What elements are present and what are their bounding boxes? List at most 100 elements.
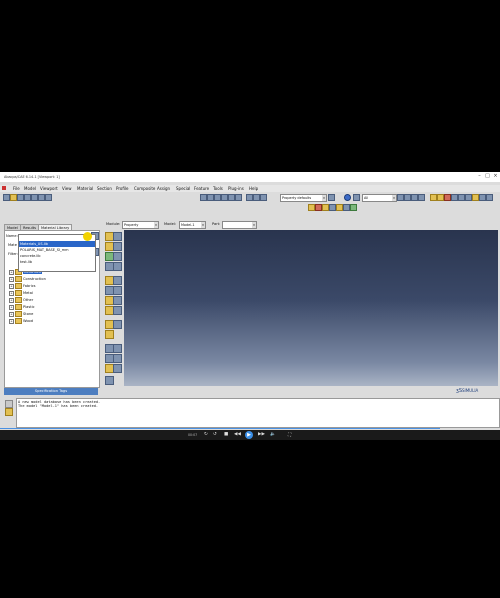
- expand-icon[interactable]: +: [9, 290, 14, 296]
- part-display-icon[interactable]: [437, 194, 444, 201]
- datum-icon[interactable]: [479, 194, 486, 201]
- top-view-icon[interactable]: [260, 194, 267, 201]
- viewport-canvas[interactable]: [124, 230, 498, 386]
- menu-profile[interactable]: Profile: [116, 186, 128, 191]
- datum-axis-icon[interactable]: [113, 344, 122, 353]
- save-icon[interactable]: [17, 194, 24, 201]
- menu-plugins[interactable]: Plug-ins: [228, 186, 244, 191]
- intersect-icon[interactable]: [418, 194, 425, 201]
- shaded-icon[interactable]: [465, 194, 472, 201]
- open-folder-icon[interactable]: [10, 194, 17, 201]
- tile-icon[interactable]: [45, 194, 52, 201]
- wireframe-icon[interactable]: [451, 194, 458, 201]
- dropdown-option-test[interactable]: test.lib: [19, 259, 95, 265]
- springs-icon[interactable]: [105, 330, 114, 339]
- mesh-icon[interactable]: [329, 204, 336, 211]
- menu-help[interactable]: Help: [249, 186, 258, 191]
- shade-icon[interactable]: [322, 204, 329, 211]
- pan-icon[interactable]: [200, 194, 207, 201]
- back-icon[interactable]: ↺: [213, 432, 217, 437]
- profile-manager-icon[interactable]: [113, 276, 122, 285]
- next-icon[interactable]: ▶▶: [258, 432, 265, 437]
- material-manager-icon[interactable]: [113, 232, 122, 241]
- expand-icon[interactable]: +: [9, 276, 14, 282]
- expand-icon[interactable]: +: [9, 318, 14, 324]
- menu-viewport[interactable]: Viewport: [40, 186, 58, 191]
- previous-icon[interactable]: ◀◀: [234, 432, 241, 437]
- menu-file[interactable]: File: [13, 186, 20, 191]
- edges-icon[interactable]: [336, 204, 343, 211]
- tree-item-construction[interactable]: + Construction: [9, 276, 46, 282]
- zoom-box-icon[interactable]: [221, 194, 228, 201]
- layup-manager-icon[interactable]: [113, 296, 122, 305]
- iso-view-icon[interactable]: [246, 194, 253, 201]
- transform-icon[interactable]: [105, 376, 114, 385]
- menu-feature[interactable]: Feature: [194, 186, 209, 191]
- message-area-icon[interactable]: [5, 400, 13, 408]
- hidden-line-icon[interactable]: [458, 194, 465, 201]
- fullscreen-icon[interactable]: ⛶: [288, 432, 291, 438]
- perspective-icon[interactable]: [343, 204, 350, 211]
- menu-tools[interactable]: Tools: [213, 186, 223, 191]
- maximize-icon[interactable]: □: [484, 173, 491, 180]
- render-style-icon[interactable]: [444, 194, 451, 201]
- query-icon[interactable]: [353, 194, 360, 201]
- triad-icon[interactable]: [315, 204, 322, 211]
- menu-composite[interactable]: Composite: [134, 186, 155, 191]
- layer-icon[interactable]: [486, 194, 493, 201]
- menu-section[interactable]: Section: [97, 186, 112, 191]
- model-combo[interactable]: Model-1 ▾: [179, 221, 206, 229]
- play-button[interactable]: ▶: [245, 431, 253, 439]
- minimize-icon[interactable]: –: [476, 173, 483, 180]
- stringer-icon[interactable]: [113, 306, 122, 315]
- display-options-icon[interactable]: [430, 194, 437, 201]
- auto-fit-icon[interactable]: [228, 194, 235, 201]
- volume-icon[interactable]: 🔈: [270, 432, 276, 437]
- tree-item-fabrics[interactable]: + Fabrics: [9, 283, 36, 289]
- new-file-icon[interactable]: [3, 194, 10, 201]
- help-icon[interactable]: [344, 194, 351, 201]
- measure-icon[interactable]: [113, 364, 122, 373]
- tree-item-metal[interactable]: + Metal: [9, 290, 33, 296]
- menu-assign[interactable]: Assign: [157, 186, 170, 191]
- assignment-manager-icon[interactable]: [113, 252, 122, 261]
- expand-icon[interactable]: +: [9, 283, 14, 289]
- viewport-icon[interactable]: [31, 194, 38, 201]
- tree-item-stone[interactable]: + Stone: [9, 311, 33, 317]
- close-icon[interactable]: ×: [492, 173, 499, 180]
- expand-icon[interactable]: +: [9, 304, 14, 310]
- magnify-icon[interactable]: [214, 194, 221, 201]
- menu-special[interactable]: Special: [176, 186, 190, 191]
- expand-icon[interactable]: +: [9, 269, 14, 275]
- property-defaults-combo[interactable]: Property defaults ▾: [280, 194, 327, 202]
- part-combo[interactable]: ▾: [222, 221, 257, 229]
- mesh-display-icon[interactable]: [472, 194, 479, 201]
- loop-icon[interactable]: ↻: [204, 432, 208, 437]
- menu-model[interactable]: Model: [24, 186, 36, 191]
- partition-face-icon[interactable]: [113, 354, 122, 363]
- menu-view[interactable]: View: [62, 186, 72, 191]
- cycle-views-icon[interactable]: [235, 194, 242, 201]
- section-manager-icon[interactable]: [113, 242, 122, 251]
- replace-icon[interactable]: [397, 194, 404, 201]
- tree-item-wood[interactable]: + Wood: [9, 318, 33, 324]
- stop-icon[interactable]: ■: [224, 432, 228, 437]
- python-console-icon[interactable]: [5, 408, 13, 416]
- beam-manager-icon[interactable]: [113, 286, 122, 295]
- cube-icon[interactable]: [308, 204, 315, 211]
- menu-material[interactable]: Material: [77, 186, 93, 191]
- expand-icon[interactable]: +: [9, 297, 14, 303]
- color-code-icon[interactable]: [328, 194, 335, 201]
- specification-tags-button[interactable]: Specification Tags: [4, 388, 98, 395]
- tree-item-other[interactable]: + Other: [9, 297, 33, 303]
- rotate-icon[interactable]: [207, 194, 214, 201]
- display-group-combo[interactable]: All ▾: [362, 194, 397, 202]
- add-icon[interactable]: [404, 194, 411, 201]
- inertia-manager-icon[interactable]: [113, 320, 122, 329]
- print-icon[interactable]: [24, 194, 31, 201]
- front-view-icon[interactable]: [253, 194, 260, 201]
- expand-icon[interactable]: +: [9, 311, 14, 317]
- tree-item-plastic[interactable]: + Plastic: [9, 304, 35, 310]
- orientation-manager-icon[interactable]: [113, 262, 122, 271]
- video-progress-bar[interactable]: [0, 428, 440, 430]
